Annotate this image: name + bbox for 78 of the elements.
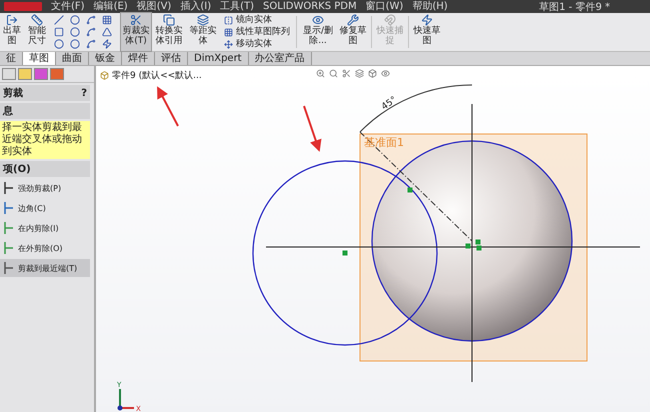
- trim-option[interactable]: 在内剪除(I): [0, 219, 90, 237]
- mirror-icon: [224, 16, 233, 24]
- menu-item[interactable]: 工具(T): [220, 0, 254, 13]
- plane-label: 基准面1: [364, 136, 404, 149]
- view-tool-icon[interactable]: [368, 69, 377, 78]
- trim-option-icon: [2, 241, 14, 255]
- trim-option[interactable]: 强劲剪裁(P): [0, 179, 90, 197]
- ribbon-list-item[interactable]: 镜向实体: [224, 14, 290, 26]
- trim-option-icon: [2, 221, 14, 235]
- ribbon-button[interactable]: 快速草图: [412, 13, 442, 51]
- ribbon-button[interactable]: 显示/删除...: [300, 13, 336, 51]
- menu-item[interactable]: 文件(F): [51, 0, 85, 13]
- ribbon-tab[interactable]: 焊件: [122, 52, 155, 65]
- message-text: 择一实体剪裁到最近端交叉体或拖动到实体: [0, 121, 90, 159]
- ribbon-tab[interactable]: 草图: [23, 52, 56, 65]
- trim-option[interactable]: 边角(C): [0, 199, 90, 217]
- menu-item[interactable]: 窗口(W): [366, 0, 404, 13]
- trim-option[interactable]: 剪裁到最近端(T): [0, 259, 90, 277]
- tree-item[interactable]: 零件9 (默认<<默认...: [100, 69, 202, 82]
- window-title: 草图1 - 零件9 *: [539, 0, 610, 14]
- ruler-icon: [31, 14, 43, 26]
- view-tool-icon[interactable]: [316, 69, 325, 78]
- sketch-tool-icon[interactable]: [86, 14, 96, 24]
- view-tool-icon[interactable]: [342, 69, 351, 78]
- layers-icon: [197, 14, 209, 26]
- ribbon-button[interactable]: 剪裁实体(T): [121, 13, 151, 51]
- ribbon-button[interactable]: 转换实体引用: [153, 13, 185, 51]
- section-title: 项(O): [3, 163, 31, 176]
- ribbon-list-item[interactable]: 线性草图阵列: [224, 26, 290, 38]
- ribbon-list-item[interactable]: 移动实体: [224, 38, 290, 50]
- scissors-icon: [130, 14, 142, 26]
- magnet-icon: [384, 14, 396, 26]
- ribbon-button[interactable]: 等距实体: [187, 13, 219, 51]
- menu-item[interactable]: 视图(V): [136, 0, 172, 13]
- eye-icon: [312, 14, 324, 26]
- sketch-tool-icon[interactable]: [86, 26, 96, 36]
- panel-title: 剪裁: [3, 86, 23, 100]
- move-icon: [224, 40, 233, 48]
- view-tool-icon[interactable]: [329, 69, 338, 78]
- sketch-tool-icon[interactable]: [102, 26, 112, 36]
- ribbon-tab[interactable]: 曲面: [56, 52, 89, 65]
- menu-item[interactable]: 插入(I): [180, 0, 212, 13]
- ribbon-button[interactable]: 智能尺寸: [25, 13, 49, 51]
- ribbon-tab[interactable]: 征: [0, 52, 23, 65]
- ribbon-tab[interactable]: 评估: [155, 52, 188, 65]
- section-title: 息: [3, 104, 13, 118]
- wrench-icon: [347, 14, 359, 26]
- menu-item[interactable]: SOLIDWORKS PDM: [263, 0, 357, 13]
- annotation-arrow: [157, 86, 179, 126]
- trim-option-icon: [2, 261, 14, 275]
- menu-item[interactable]: 编辑(E): [94, 0, 128, 13]
- copy-icon: [163, 14, 175, 26]
- trim-option[interactable]: 在外剪除(O): [0, 239, 90, 257]
- menu-item[interactable]: 帮助(H): [412, 0, 448, 13]
- tree-item-label: 零件9 (默认<<默认...: [112, 70, 202, 82]
- ribbon-tab[interactable]: DimXpert: [188, 52, 249, 65]
- annotation-arrow: [303, 106, 322, 152]
- lightning-icon: [421, 14, 433, 26]
- trim-option-icon: [2, 181, 14, 195]
- sketch-relation-icon: [342, 250, 348, 256]
- sketch-tool-icon[interactable]: [102, 14, 112, 24]
- angle-dimension: 45°: [380, 95, 399, 112]
- help-icon[interactable]: ?: [81, 88, 87, 98]
- sketch-tool-icon[interactable]: [86, 38, 96, 48]
- ribbon-tab[interactable]: 钣金: [89, 52, 122, 65]
- part-icon: [100, 71, 109, 80]
- panel-tab-icon[interactable]: [2, 68, 16, 80]
- grid-icon: [224, 28, 233, 36]
- trim-option-icon: [2, 201, 14, 215]
- ribbon-button[interactable]: 出草图: [1, 13, 23, 51]
- ribbon-tab[interactable]: 办公室产品: [248, 52, 312, 65]
- app-logo: [4, 2, 42, 11]
- sketch-relation-icon: [408, 188, 412, 192]
- view-tool-icon[interactable]: [355, 69, 364, 78]
- ribbon-button[interactable]: 修复草图: [338, 13, 368, 51]
- sketch-tool-icon[interactable]: [102, 38, 112, 48]
- exit-icon: [6, 14, 18, 26]
- view-tool-icon[interactable]: [381, 69, 390, 78]
